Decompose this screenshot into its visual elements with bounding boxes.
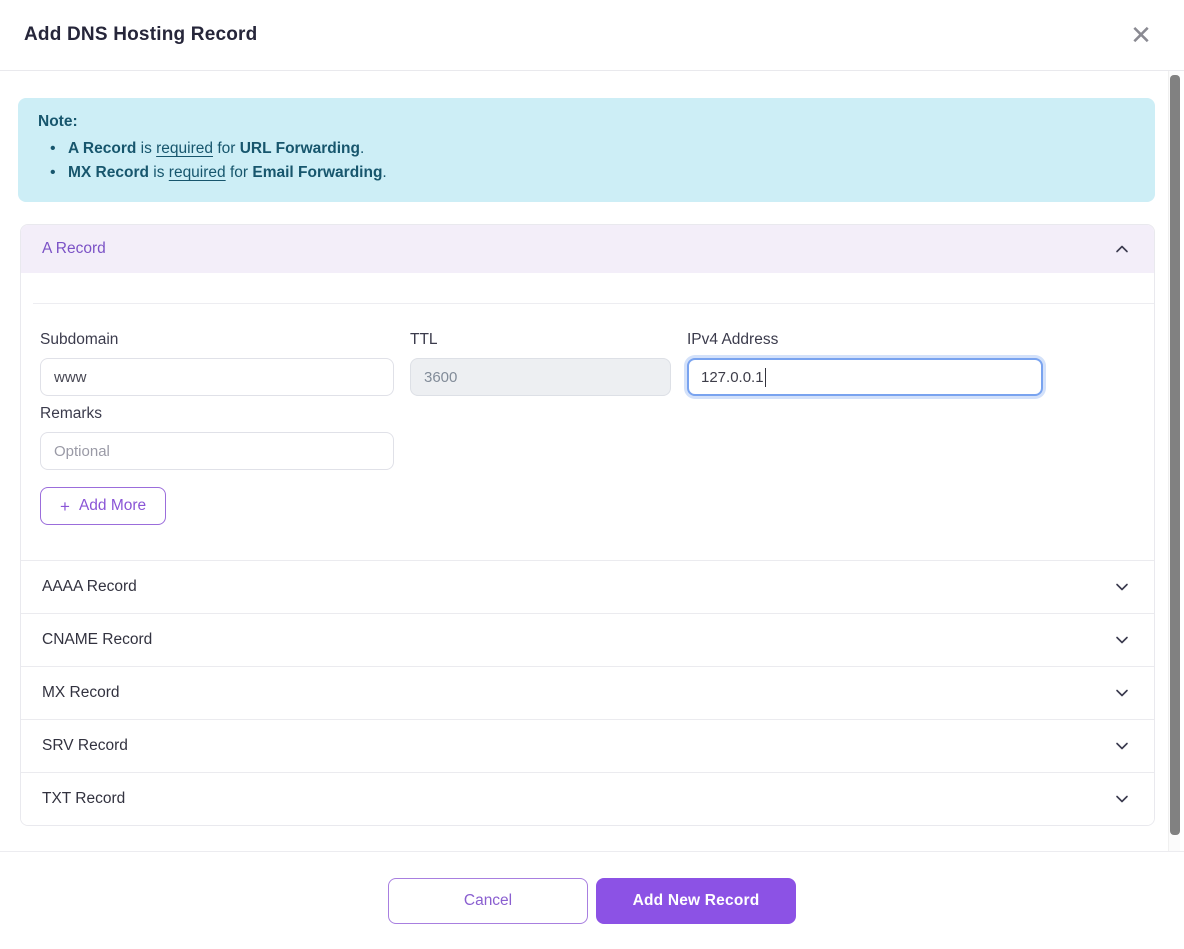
note-term: A Record [68, 140, 136, 157]
page-title: Add DNS Hosting Record [24, 24, 257, 46]
chevron-down-icon [1114, 579, 1130, 595]
accordion-section-mx-record: MX Record [21, 666, 1154, 719]
accordion-header-a-record[interactable]: A Record [21, 225, 1154, 273]
ttl-field-group: TTL [410, 331, 671, 396]
a-record-panel: Subdomain TTL IPv4 Address 127.0.0.1 [21, 303, 1154, 560]
modal-body: Note: A Record is required for URL Forwa… [0, 71, 1184, 852]
accordion-title: MX Record [42, 684, 120, 702]
accordion-title: AAAA Record [42, 578, 137, 596]
scrollbar-thumb[interactable] [1170, 75, 1180, 835]
accordion-section-srv-record: SRV Record [21, 719, 1154, 772]
note-box: Note: A Record is required for URL Forwa… [18, 98, 1155, 202]
close-icon[interactable]: ✕ [1124, 18, 1158, 52]
text-caret [765, 368, 767, 387]
accordion-header-txt-record[interactable]: TXT Record [21, 773, 1154, 825]
accordion-section-cname-record: CNAME Record [21, 613, 1154, 666]
ipv4-value: 127.0.0.1 [701, 369, 764, 386]
note-text: is [136, 140, 156, 157]
note-feature: Email Forwarding [252, 164, 382, 181]
accordion-header-cname-record[interactable]: CNAME Record [21, 614, 1154, 666]
subdomain-field-group: Subdomain [40, 331, 394, 396]
chevron-down-icon [1114, 791, 1130, 807]
remarks-field-group: Remarks [40, 405, 394, 470]
remarks-input[interactable] [40, 432, 394, 470]
accordion-header-mx-record[interactable]: MX Record [21, 667, 1154, 719]
add-dns-record-modal: Add DNS Hosting Record ✕ Note: A Record … [0, 0, 1184, 949]
chevron-down-icon [1114, 632, 1130, 648]
note-item-a-record: A Record is required for URL Forwarding. [50, 137, 1135, 161]
accordion-title: SRV Record [42, 737, 128, 755]
chevron-down-icon [1114, 738, 1130, 754]
modal-footer: Cancel Add New Record [0, 852, 1184, 949]
note-term: MX Record [68, 164, 149, 181]
note-heading: Note: [38, 113, 1135, 131]
accordion-section-txt-record: TXT Record [21, 772, 1154, 825]
cancel-button[interactable]: Cancel [388, 878, 588, 924]
subdomain-label: Subdomain [40, 331, 394, 349]
note-text: is [149, 164, 169, 181]
note-required-text: required [156, 140, 213, 157]
ipv4-label: IPv4 Address [687, 331, 1043, 349]
note-text: . [382, 164, 386, 181]
ttl-input [410, 358, 671, 396]
note-text: for [213, 140, 240, 157]
remarks-label: Remarks [40, 405, 394, 423]
subdomain-input[interactable] [40, 358, 394, 396]
scrollbar-track[interactable] [1168, 71, 1180, 851]
modal-header: Add DNS Hosting Record ✕ [0, 0, 1184, 71]
accordion-title: CNAME Record [42, 631, 152, 649]
record-accordion: A Record Subdomain [20, 224, 1155, 826]
note-required-text: required [169, 164, 226, 181]
ipv4-field-group: IPv4 Address 127.0.0.1 [687, 331, 1043, 396]
add-new-record-button[interactable]: Add New Record [596, 878, 796, 924]
add-more-label: Add More [79, 497, 146, 515]
note-feature: URL Forwarding [240, 140, 360, 157]
note-text: . [360, 140, 364, 157]
plus-icon: + [60, 498, 70, 515]
accordion-section-a-record: A Record Subdomain [21, 225, 1154, 560]
accordion-section-aaaa-record: AAAA Record [21, 560, 1154, 613]
chevron-up-icon [1114, 241, 1130, 257]
note-list: A Record is required for URL Forwarding.… [50, 137, 1135, 185]
note-text: for [226, 164, 253, 181]
ttl-label: TTL [410, 331, 671, 349]
chevron-down-icon [1114, 685, 1130, 701]
accordion-title: A Record [42, 240, 106, 258]
accordion-header-aaaa-record[interactable]: AAAA Record [21, 561, 1154, 613]
ipv4-input[interactable]: 127.0.0.1 [687, 358, 1043, 396]
accordion-title: TXT Record [42, 790, 125, 808]
note-item-mx-record: MX Record is required for Email Forwardi… [50, 161, 1135, 185]
add-more-button[interactable]: + Add More [40, 487, 166, 525]
accordion-header-srv-record[interactable]: SRV Record [21, 720, 1154, 772]
